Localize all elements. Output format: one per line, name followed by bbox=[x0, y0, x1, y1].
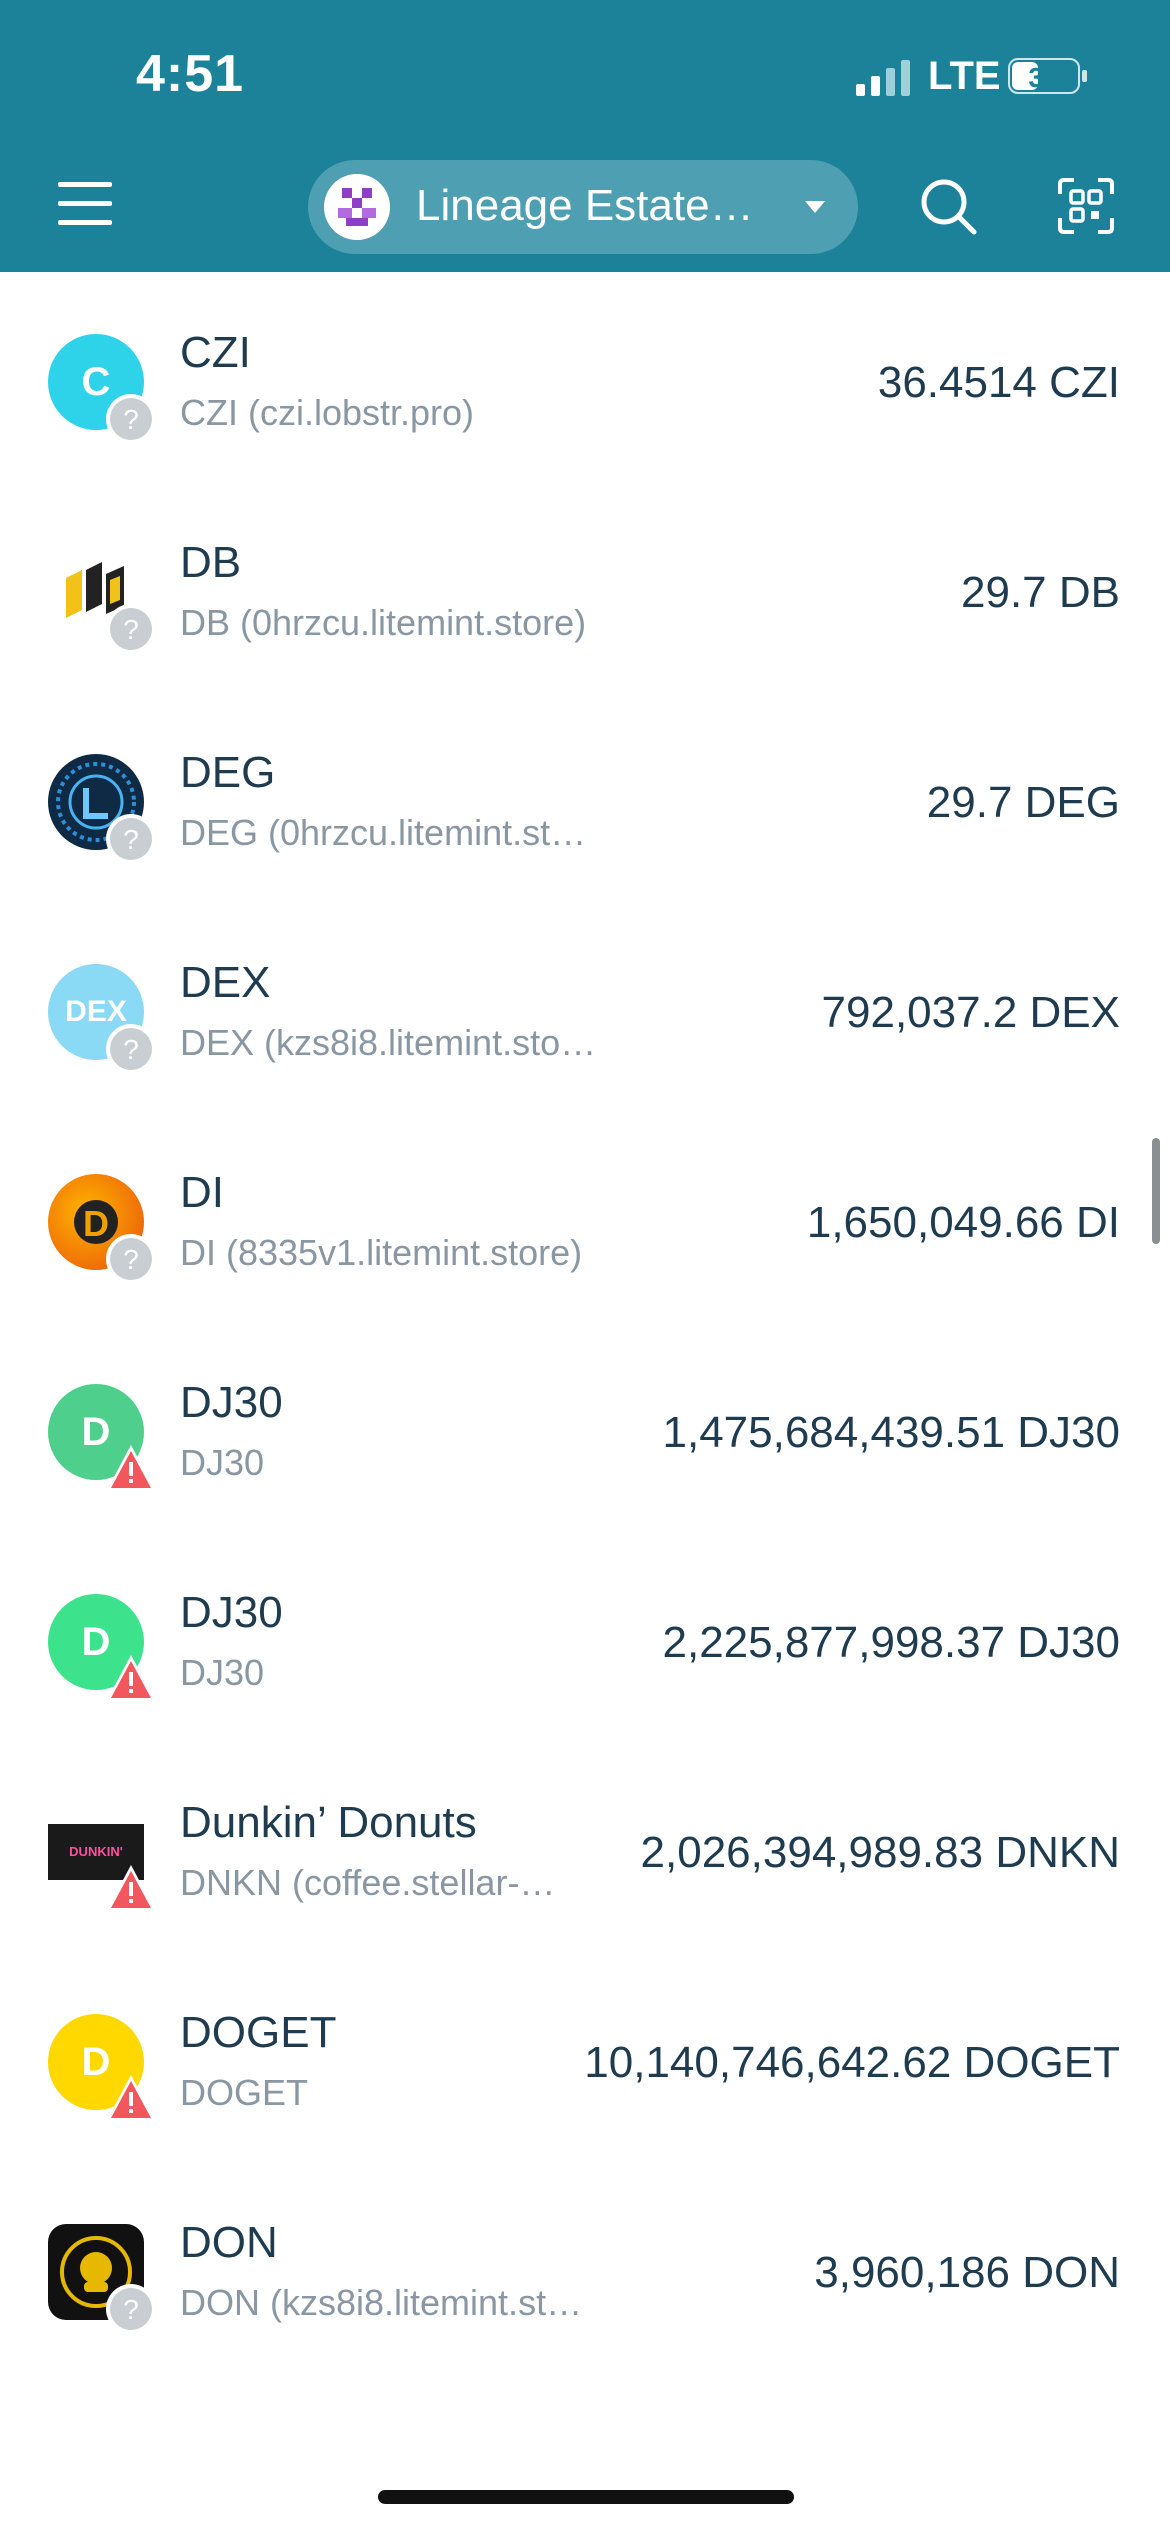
asset-name: DJ30 bbox=[180, 1378, 283, 1427]
asset-row-db[interactable]: ? DB DB (0hrzcu.litemint.store) 29.7 DB bbox=[0, 482, 1170, 692]
asset-row-don[interactable]: ? DON DON (kzs8i8.litemint.store) 3,960,… bbox=[0, 2162, 1170, 2372]
asset-row-dj30[interactable]: D DJ30 DJ30 1,475,684,439.51 DJ30 bbox=[0, 1322, 1170, 1532]
status-time: 4:51 bbox=[136, 45, 245, 103]
warning-icon bbox=[106, 1445, 156, 1492]
asset-name: DEG bbox=[180, 748, 276, 797]
warning-icon bbox=[106, 1865, 156, 1912]
asset-balance: 10,140,746,642.62 DOGET bbox=[584, 2038, 1120, 2087]
asset-issuer: DOGET bbox=[180, 2072, 309, 2113]
account-name: Lineage Estate… bbox=[416, 181, 754, 230]
asset-row-doget[interactable]: D DOGET DOGET 10,140,746,642.62 DOGET bbox=[0, 1952, 1170, 2162]
search-icon[interactable] bbox=[918, 176, 978, 236]
cellular-signal-icon bbox=[856, 60, 910, 96]
network-type: LTE bbox=[928, 54, 1001, 98]
asset-issuer: DEG (0hrzcu.litemint.store) bbox=[180, 812, 600, 853]
asset-issuer: CZI (czi.lobstr.pro) bbox=[180, 392, 475, 433]
asset-issuer: DI (8335v1.litemint.store) bbox=[180, 1232, 583, 1273]
scrollbar[interactable] bbox=[1152, 1138, 1160, 1244]
svg-text:?: ? bbox=[123, 1034, 139, 1065]
asset-name: CZI bbox=[180, 328, 251, 377]
caret-down-icon bbox=[805, 201, 825, 213]
svg-text:?: ? bbox=[123, 1244, 139, 1275]
asset-row-dex[interactable]: DEX ? DEX DEX (kzs8i8.litemint.store) 79… bbox=[0, 902, 1170, 1112]
asset-balance: 29.7 DB bbox=[961, 568, 1120, 617]
asset-name: DOGET bbox=[180, 2008, 337, 2057]
account-selector[interactable]: Lineage Estate… bbox=[308, 160, 858, 254]
asset-row-di[interactable]: D ? DI DI (8335v1.litemint.store) 1,650,… bbox=[0, 1112, 1170, 1322]
asset-row-deg[interactable]: ? DEG DEG (0hrzcu.litemint.store) 29.7 D… bbox=[0, 692, 1170, 902]
asset-issuer: DJ30 bbox=[180, 1442, 265, 1483]
unverified-question-icon: ? bbox=[106, 2284, 156, 2334]
asset-balance: 36.4514 CZI bbox=[877, 358, 1120, 407]
svg-text:?: ? bbox=[123, 614, 139, 645]
asset-name: DB bbox=[180, 538, 242, 587]
account-avatar-icon bbox=[324, 174, 390, 240]
asset-balance: 3,960,186 DON bbox=[814, 2248, 1120, 2297]
svg-text:?: ? bbox=[123, 404, 139, 435]
unverified-question-icon: ? bbox=[106, 814, 156, 864]
asset-name: DEX bbox=[180, 958, 271, 1007]
unverified-question-icon: ? bbox=[106, 1024, 156, 1074]
unverified-question-icon: ? bbox=[106, 394, 156, 444]
asset-balance: 29.7 DEG bbox=[926, 778, 1120, 827]
asset-balance: 1,650,049.66 DI bbox=[806, 1198, 1120, 1247]
asset-issuer: DEX (kzs8i8.litemint.store) bbox=[180, 1022, 600, 1063]
asset-name: DI bbox=[180, 1168, 224, 1217]
unverified-question-icon: ? bbox=[106, 1234, 156, 1284]
asset-balance: 792,037.2 DEX bbox=[821, 988, 1120, 1037]
menu-icon[interactable] bbox=[50, 176, 120, 232]
qr-scan-icon[interactable] bbox=[1056, 176, 1116, 236]
asset-issuer: DNKN (coffee.stellar-… bbox=[180, 1862, 556, 1903]
asset-balance: 1,475,684,439.51 DJ30 bbox=[662, 1408, 1121, 1457]
asset-balance: 2,026,394,989.83 DNKN bbox=[640, 1828, 1120, 1877]
svg-text:?: ? bbox=[123, 824, 139, 855]
unverified-question-icon: ? bbox=[106, 604, 156, 654]
svg-text:?: ? bbox=[123, 2294, 139, 2325]
warning-icon bbox=[106, 2075, 156, 2122]
asset-row-dnkn[interactable]: DUNKIN' DONUTS Dunkin’ Donuts DNKN (coff… bbox=[0, 1742, 1170, 1952]
asset-issuer: DB (0hrzcu.litemint.store) bbox=[180, 602, 587, 643]
battery-icon: 35 bbox=[1008, 58, 1087, 94]
asset-name: DJ30 bbox=[180, 1588, 283, 1637]
asset-name: DON bbox=[180, 2218, 278, 2267]
asset-row-dj30[interactable]: D DJ30 DJ30 2,225,877,998.37 DJ30 bbox=[0, 1532, 1170, 1742]
warning-icon bbox=[106, 1655, 156, 1702]
svg-text:35: 35 bbox=[1028, 62, 1059, 93]
asset-issuer: DON (kzs8i8.litemint.store) bbox=[180, 2282, 600, 2323]
asset-row-czi[interactable]: C ? CZI CZI (czi.lobstr.pro) 36.4514 CZI bbox=[0, 272, 1170, 482]
top-app-bar: 4:51 LTE 35 Lineage Estate… bbox=[0, 0, 1170, 272]
asset-issuer: DJ30 bbox=[180, 1652, 265, 1693]
asset-balance: 2,225,877,998.37 DJ30 bbox=[662, 1618, 1121, 1667]
home-indicator[interactable] bbox=[378, 2490, 794, 2504]
asset-name: Dunkin’ Donuts bbox=[180, 1798, 477, 1847]
